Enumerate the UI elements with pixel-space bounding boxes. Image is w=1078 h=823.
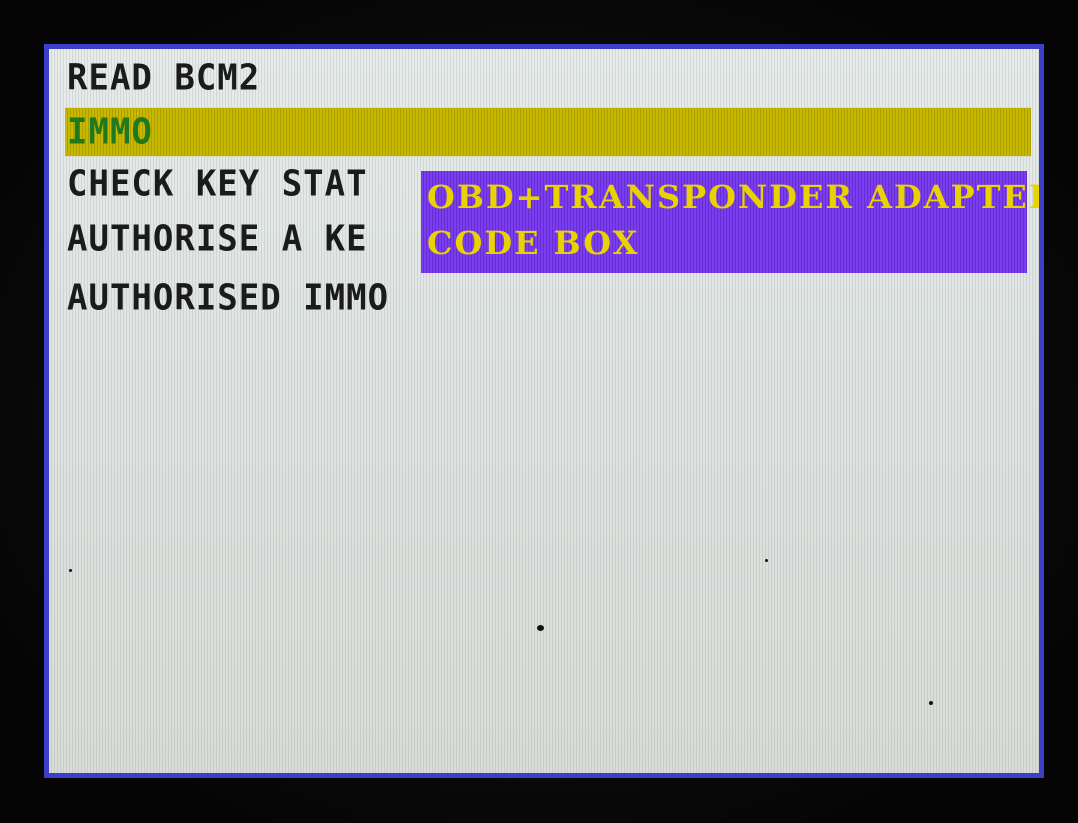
menu-item-label: AUTHORISE A KE xyxy=(67,218,368,260)
menu-item-label: READ BCM2 xyxy=(67,57,261,99)
menu-item-authorise-a-key[interactable]: AUTHORISE A KE xyxy=(67,213,368,266)
menu-item-read-bcm2[interactable]: READ BCM2 xyxy=(67,52,260,105)
menu-item-check-key-status[interactable]: CHECK KEY STAT xyxy=(67,158,368,211)
lcd-screen: READ BCM2 IMMO CHECK KEY STAT AUTHORISE … xyxy=(44,44,1044,778)
popup-option-code-box[interactable]: CODE BOX xyxy=(427,219,639,267)
screen-dust-speck xyxy=(69,569,72,572)
popup-option-label: CODE BOX xyxy=(427,224,640,262)
menu-item-authorised-immo[interactable]: AUTHORISED IMMO xyxy=(67,272,389,325)
menu-item-label: AUTHORISED IMMO xyxy=(67,277,390,319)
menu-item-label: CHECK KEY STAT xyxy=(67,163,368,205)
adapter-selection-popup: OBD+TRANSPONDER ADAPTER CODE BOX xyxy=(421,171,1039,273)
popup-option-label: OBD+TRANSPONDER ADAPTER xyxy=(427,178,1044,216)
screen-dust-speck xyxy=(765,559,768,562)
screen-dust-speck xyxy=(537,625,544,631)
menu-item-label: IMMO xyxy=(67,111,153,153)
popup-option-obd-transponder-adapter[interactable]: OBD+TRANSPONDER ADAPTER xyxy=(427,173,1044,221)
menu-item-immo-selected[interactable]: IMMO xyxy=(65,107,1031,157)
screen-dust-speck xyxy=(929,701,933,705)
